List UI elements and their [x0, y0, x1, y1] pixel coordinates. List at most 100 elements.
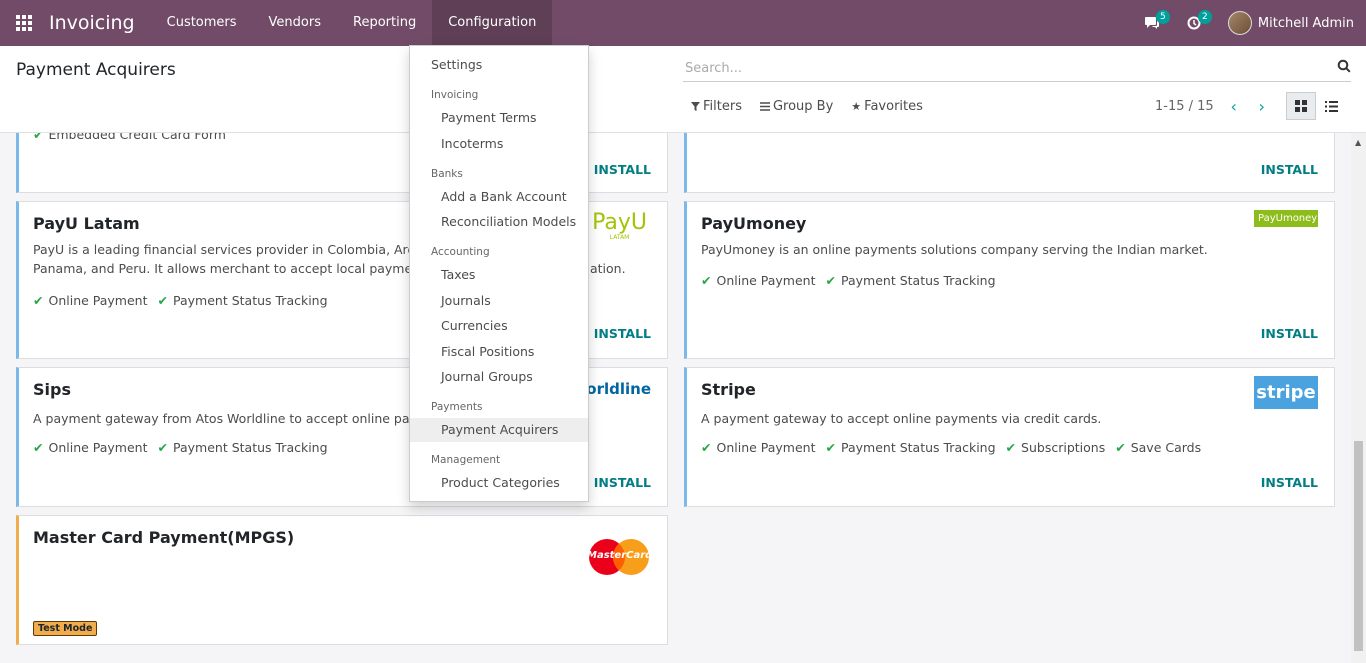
stripe-logo: stripe — [1254, 376, 1318, 409]
section-header-accounting: Accounting — [431, 246, 490, 258]
user-name[interactable]: Mitchell Admin — [1258, 16, 1354, 31]
app-title[interactable]: Invoicing — [49, 12, 135, 34]
section-header-management: Management — [431, 454, 501, 466]
scroll-thumb[interactable] — [1354, 441, 1363, 651]
feature-item: ✔ Online Payment — [33, 440, 148, 455]
search-box — [683, 56, 1351, 82]
feature-list: ✔ Online Payment ✔ Payment Status Tracking… — [701, 440, 1211, 455]
feature-item: ✔ Online Payment — [701, 273, 816, 288]
feature-list: ✔ Online Payment ✔ Payment Status Tracking — [33, 293, 338, 308]
install-button[interactable]: INSTALL — [1261, 326, 1318, 341]
menu-reporting[interactable]: Reporting — [337, 0, 432, 46]
section-header-invoicing: Invoicing — [431, 89, 479, 101]
menu-vendors[interactable]: Vendors — [253, 0, 337, 46]
menu-item-journal-groups[interactable]: Journal Groups — [410, 365, 588, 389]
feature-item: ✔ Payment Status Tracking — [158, 440, 328, 455]
install-button[interactable]: INSTALL — [1261, 475, 1318, 490]
acquirer-card-stripe[interactable]: Stripe A payment gateway to accept onlin… — [684, 367, 1335, 507]
menu-item-reconciliation-models[interactable]: Reconciliation Models — [410, 210, 588, 234]
pager-value[interactable]: 1-15 / 15 — [1155, 99, 1214, 114]
search-input[interactable] — [683, 56, 1313, 80]
star-icon: ★ — [851, 100, 862, 113]
messages-button[interactable]: 5 — [1136, 0, 1170, 46]
check-icon: ✔ — [701, 273, 712, 288]
acquirer-card-payumoney[interactable]: PayUmoney PayUmoney is an online payment… — [684, 201, 1335, 359]
favorites-button[interactable]: ★ Favorites — [851, 99, 923, 114]
menu-item-fiscal-positions[interactable]: Fiscal Positions — [410, 340, 588, 364]
search-options: Filters Group By ★ Favorites — [691, 99, 941, 114]
user-avatar[interactable] — [1227, 11, 1252, 35]
pager-previous-icon[interactable]: ‹ — [1226, 97, 1242, 116]
feature-label: Payment Status Tracking — [173, 293, 328, 308]
activities-button[interactable]: 2 — [1178, 0, 1212, 46]
filters-label: Filters — [703, 99, 742, 114]
check-icon: ✔ — [1005, 440, 1017, 455]
scroll-up-icon[interactable]: ▲ — [1355, 138, 1361, 147]
menu-customers[interactable]: Customers — [151, 0, 253, 46]
card-title: Master Card Payment(MPGS) — [33, 528, 295, 547]
feature-item: ✔ Subscriptions — [1006, 440, 1106, 455]
configuration-dropdown: Settings Invoicing Payment Terms Incoter… — [409, 45, 589, 502]
menu-item-incoterms[interactable]: Incoterms — [410, 132, 588, 156]
feature-item: ✔ Payment Status Tracking — [158, 293, 328, 308]
section-header-payments: Payments — [431, 401, 483, 413]
search-icon[interactable] — [1337, 59, 1351, 73]
menu-item-product-categories[interactable]: Product Categories — [410, 471, 588, 495]
check-icon: ✔ — [1115, 440, 1126, 455]
feature-label: Payment Status Tracking — [841, 273, 996, 288]
card-description: PayUmoney is an online payments solution… — [701, 242, 1208, 257]
acquirer-card-mpgs[interactable]: Master Card Payment(MPGS) MasterCard Tes… — [16, 515, 668, 645]
feature-label: Embedded Credit Card Form — [48, 133, 226, 142]
feature-label: Save Cards — [1130, 440, 1202, 455]
check-icon: ✔ — [701, 440, 712, 455]
list-icon — [759, 102, 770, 111]
pager-next-icon[interactable]: › — [1254, 97, 1270, 116]
menu-item-payment-acquirers[interactable]: Payment Acquirers — [410, 418, 588, 442]
install-button[interactable]: INSTALL — [594, 326, 651, 341]
scrollbar[interactable]: ▲ — [1351, 133, 1366, 663]
menu-item-payment-terms[interactable]: Payment Terms — [410, 106, 588, 130]
feature-item: ✔ Payment Status Tracking — [826, 273, 996, 288]
list-view-icon — [1324, 100, 1338, 112]
feature-label: Online Payment — [48, 440, 148, 455]
group-by-label: Group By — [772, 99, 834, 114]
payu-logo: PayU LATAM — [592, 212, 647, 242]
feature-item: ✔ Save Cards — [1115, 440, 1201, 455]
menu-item-journals[interactable]: Journals — [410, 289, 588, 313]
group-by-button[interactable]: Group By — [759, 99, 834, 114]
feature-label: Payment Status Tracking — [841, 440, 996, 455]
check-icon: ✔ — [157, 440, 168, 455]
apps-menu-icon[interactable] — [0, 0, 48, 46]
mastercard-logo: MasterCard — [587, 538, 653, 576]
menu-item-taxes[interactable]: Taxes — [410, 263, 588, 287]
kanban-content: ✔ Embedded Credit Card Form INSTALL INSTA… — [0, 133, 1366, 663]
feature-label: Payment Status Tracking — [173, 440, 328, 455]
menu-item-add-bank-account[interactable]: Add a Bank Account — [410, 185, 588, 209]
check-icon: ✔ — [33, 133, 44, 142]
feature-item: ✔ Payment Status Tracking — [826, 440, 996, 455]
test-mode-badge: Test Mode — [33, 621, 98, 636]
acquirer-card[interactable]: INSTALL — [684, 133, 1335, 193]
top-navbar: Invoicing Customers Vendors Reporting Co… — [0, 0, 1366, 46]
kanban-view-button[interactable] — [1286, 92, 1316, 120]
feature-item: ✔ Online Payment — [701, 440, 816, 455]
card-title: Stripe — [701, 380, 756, 399]
card-title: Sips — [33, 380, 71, 399]
check-icon: ✔ — [33, 440, 44, 455]
feature-label: Online Payment — [716, 440, 816, 455]
menu-item-currencies[interactable]: Currencies — [410, 314, 588, 338]
filters-button[interactable]: Filters — [691, 99, 742, 114]
pager: 1-15 / 15 ‹ › — [1155, 97, 1270, 116]
kanban-icon — [1295, 100, 1307, 112]
menu-configuration[interactable]: Configuration — [432, 0, 553, 46]
payumoney-logo: PayUmoney — [1254, 210, 1318, 227]
mastercard-logo-text: MasterCard — [587, 550, 653, 561]
feature-label: Online Payment — [716, 273, 816, 288]
feature-item: ✔ Embedded Credit Card Form — [33, 133, 226, 142]
install-button[interactable]: INSTALL — [594, 475, 651, 490]
menu-item-settings[interactable]: Settings — [410, 53, 588, 77]
install-button[interactable]: INSTALL — [1261, 162, 1318, 177]
list-view-button[interactable] — [1316, 92, 1346, 120]
install-button[interactable]: INSTALL — [594, 162, 651, 177]
card-title: PayUmoney — [701, 214, 807, 233]
